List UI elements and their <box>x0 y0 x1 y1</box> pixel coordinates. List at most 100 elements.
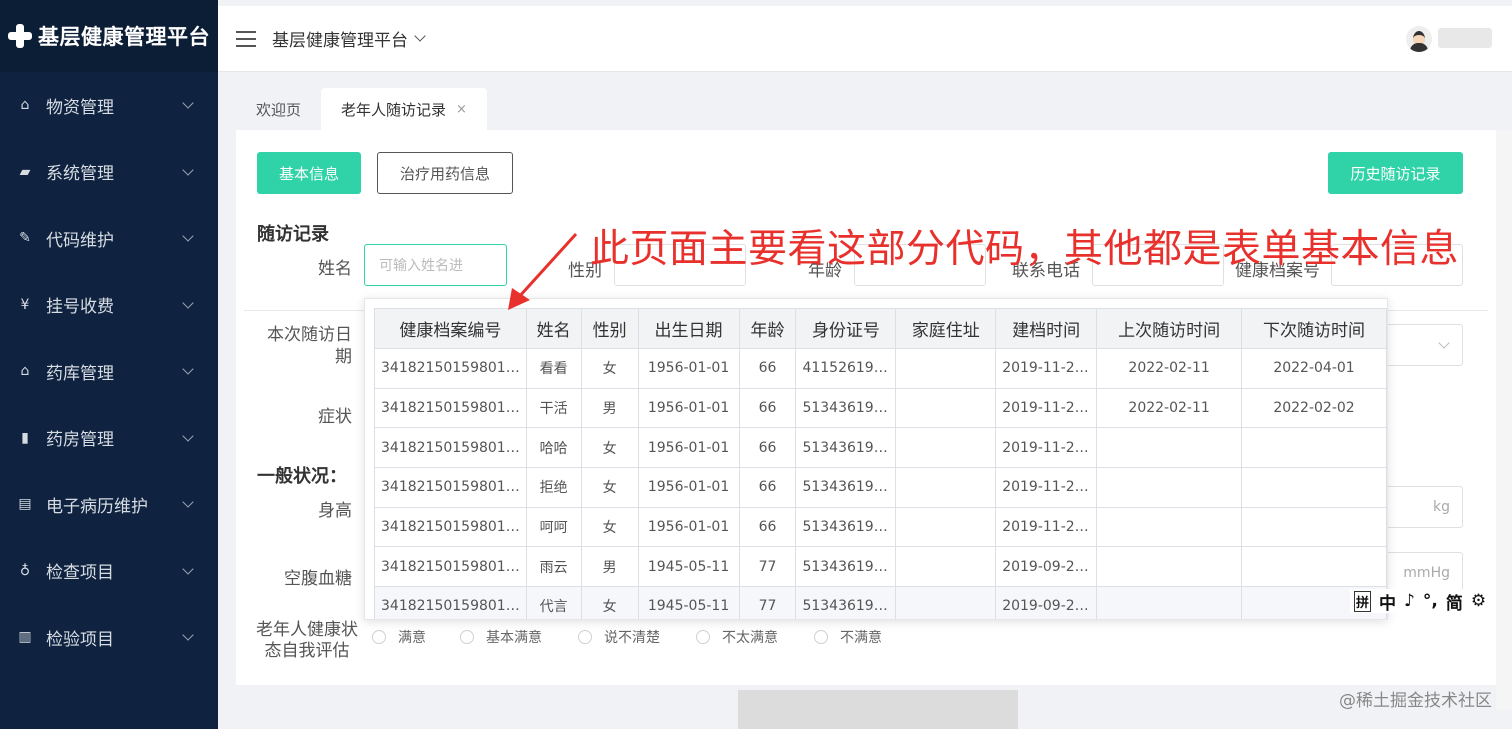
sidebar-item[interactable]: ▥ 检验项目 <box>0 604 218 671</box>
ime-simplified-icon[interactable]: 简 <box>1446 589 1463 614</box>
table-row[interactable]: 34182150159801… 干活男 1956-01-01 66 51343619… 2… <box>374 387 1387 429</box>
table-cell: 2022-04-01 <box>1241 348 1387 389</box>
table-cell: 34182150159801… <box>374 506 527 548</box>
scrollbar[interactable] <box>1496 130 1512 710</box>
home-icon: ⌂ <box>20 97 30 114</box>
name-search-input[interactable]: 可输入姓名进 <box>364 244 507 286</box>
table-cell: 1956-01-01 <box>637 348 740 389</box>
table-body: 34182150159801… 看看女 1956-01-01 66 41152619… 2… <box>374 348 1387 619</box>
ime-punct-icon[interactable]: °, <box>1423 591 1438 611</box>
sidebar-item-label: 药库管理 <box>46 363 114 384</box>
table-cell <box>895 348 997 389</box>
table-cell <box>1241 467 1387 508</box>
ime-settings-icon[interactable]: ⚙ <box>1471 591 1486 611</box>
table-cell: 66 <box>738 506 797 548</box>
tab-welcome[interactable]: 欢迎页 <box>236 88 321 130</box>
table-cell: 2019-11-2… <box>995 387 1098 429</box>
table-cell: 51343619… <box>795 427 897 469</box>
table-row[interactable]: 34182150159801… 拒绝女 1956-01-01 66 51343619… 2… <box>374 467 1387 508</box>
table-cell: 66 <box>738 348 797 389</box>
table-cell: 34182150159801… <box>374 546 527 588</box>
table-cell <box>1241 506 1387 548</box>
table-row[interactable]: 34182150159801… 哈哈女 1956-01-01 66 51343619… 2… <box>374 427 1387 469</box>
table-cell: 雨云 <box>525 546 582 588</box>
radio-not-very-satisfied[interactable]: 不太满意 <box>696 627 778 647</box>
table-cell: 2019-11-2… <box>995 427 1098 469</box>
column-header: 上次随访时间 <box>1096 308 1243 349</box>
table-cell: 34182150159801… <box>374 427 527 469</box>
table-cell: 2019-11-2… <box>995 467 1098 508</box>
sidebar-item-label: 检验项目 <box>46 629 114 650</box>
name-label: 姓名 <box>318 259 352 279</box>
column-header: 建档时间 <box>995 308 1098 349</box>
visit-date-label: 本次随访日期 <box>267 325 352 367</box>
sidebar-item[interactable]: ▤ 电子病历维护 <box>0 471 218 538</box>
history-followup-button[interactable]: 历史随访记录 <box>1328 152 1463 194</box>
table-row[interactable]: 34182150159801… 代言女 1945-05-11 77 51343619… 2… <box>374 586 1387 619</box>
sidebar-item[interactable]: ¥ 挂号收费 <box>0 272 218 339</box>
hamburger-menu-icon[interactable] <box>236 30 256 47</box>
tab-label: 老年人随访记录 <box>341 100 447 119</box>
tab-elderly-followup[interactable]: 老年人随访记录 × <box>321 88 487 130</box>
ime-pinyin-icon[interactable]: 拼 <box>1354 590 1372 612</box>
radio-circle <box>372 630 386 644</box>
bp-unit: mmHg <box>1403 565 1450 581</box>
table-cell: 51343619… <box>795 387 897 429</box>
table-cell: 51343619… <box>795 467 897 508</box>
table-cell: 女 <box>580 348 639 389</box>
redacted-area <box>738 690 1018 729</box>
sidebar-item[interactable]: ⌂ 物资管理 <box>0 72 218 139</box>
glucose-label: 空腹血糖 <box>284 569 352 589</box>
tab-label: 欢迎页 <box>256 100 302 119</box>
height-label: 身高 <box>318 501 352 521</box>
radio-basically-satisfied[interactable]: 基本满意 <box>460 627 542 647</box>
radio-unclear[interactable]: 说不清楚 <box>578 627 660 647</box>
basic-info-button[interactable]: 基本信息 <box>257 152 361 194</box>
table-cell: 34182150159801… <box>374 387 527 429</box>
header-platform-title[interactable]: 基层健康管理平台 <box>272 26 408 51</box>
radio-unsatisfied[interactable]: 不满意 <box>814 627 882 647</box>
radio-label: 满意 <box>398 630 426 646</box>
radio-satisfied[interactable]: 满意 <box>372 627 426 647</box>
treatment-info-button[interactable]: 治疗用药信息 <box>377 152 513 194</box>
chevron-down-icon[interactable] <box>414 30 426 42</box>
table-row[interactable]: 34182150159801… 雨云男 1945-05-11 77 51343619… 2… <box>374 546 1387 588</box>
table-cell <box>1096 506 1243 548</box>
sidebar-item[interactable]: ✎ 代码维护 <box>0 205 218 272</box>
table-cell: 2022-02-11 <box>1096 387 1243 429</box>
user-avatar[interactable] <box>1406 26 1432 52</box>
radio-label: 基本满意 <box>486 630 542 646</box>
name-autocomplete-dropdown: 健康档案编号 姓名 性别 出生日期 年龄 身份证号 家庭住址 建档时间 上次随访时间 下次随访时间… <box>364 298 1388 620</box>
column-header: 家庭住址 <box>895 308 997 349</box>
table-cell: 1956-01-01 <box>637 467 740 508</box>
table-cell <box>1096 427 1243 469</box>
table-cell <box>895 387 997 429</box>
briefcase-icon: ▰ <box>19 163 31 180</box>
chevron-down-icon <box>182 363 194 375</box>
ime-moon-icon[interactable]: ♪ <box>1404 591 1415 611</box>
sidebar-item[interactable]: ⌂ 药库管理 <box>0 338 218 405</box>
table-cell <box>895 586 997 619</box>
ime-toolbar[interactable]: 拼 中 ♪ °, 简 ⚙ <box>1350 589 1512 614</box>
chevron-down-icon <box>182 297 194 309</box>
table-cell: 66 <box>738 387 797 429</box>
table-row[interactable]: 34182150159801… 呵呵女 1956-01-01 66 51343619… 2… <box>374 506 1387 548</box>
sidebar-item[interactable]: ▰ 系统管理 <box>0 139 218 206</box>
table-cell: 男 <box>580 546 639 588</box>
sidebar-item[interactable]: ♁ 检查项目 <box>0 538 218 605</box>
sidebar-menu: ⌂ 物资管理 ▰ 系统管理 ✎ 代码维护 ¥ 挂号收费 ⌂ 药库管理 ▮ 药房管理 ▤ 电子病历维护 ♁ 检查… <box>0 72 218 671</box>
ime-chinese-icon[interactable]: 中 <box>1379 589 1396 614</box>
sidebar-item[interactable]: ▮ 药房管理 <box>0 405 218 472</box>
app-logo[interactable]: 基层健康管理平台 <box>0 0 218 72</box>
table-cell: 77 <box>738 546 797 588</box>
section-title-general: 一般状况： <box>257 466 347 487</box>
table-cell: 看看 <box>525 348 582 389</box>
close-icon[interactable]: × <box>456 102 467 117</box>
sidebar-item-label: 检查项目 <box>46 563 114 584</box>
table-row[interactable]: 34182150159801… 看看女 1956-01-01 66 41152619… 2… <box>374 348 1387 389</box>
username-redacted[interactable] <box>1438 28 1492 48</box>
table-cell <box>1096 546 1243 588</box>
sidebar-item-label: 电子病历维护 <box>46 496 148 517</box>
bottle-icon: ▮ <box>21 429 29 446</box>
sidebar: 基层健康管理平台 ⌂ 物资管理 ▰ 系统管理 ✎ 代码维护 ¥ 挂号收费 ⌂ 药库管理 ▮ 药房管理 ▤… <box>0 0 218 729</box>
